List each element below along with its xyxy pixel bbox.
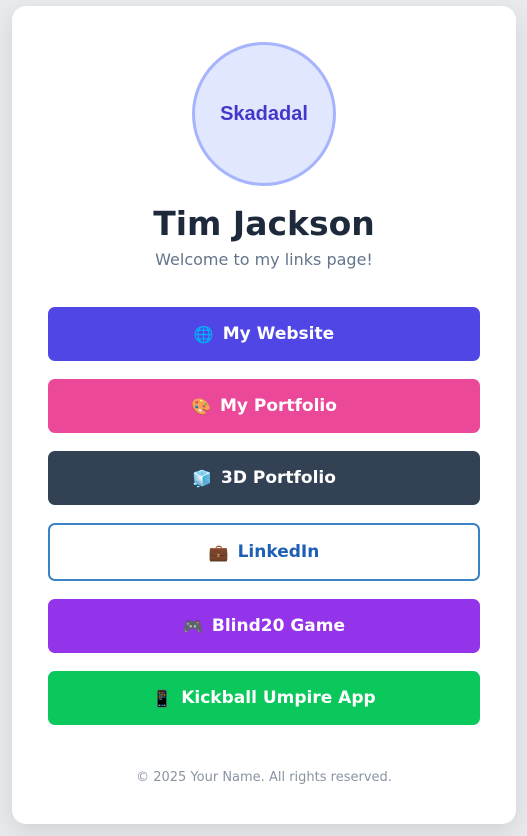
profile-name: Tim Jackson: [153, 204, 375, 243]
link-label: 3D Portfolio: [221, 468, 336, 488]
globe-icon: 🌐: [193, 324, 214, 344]
footer-copyright: © 2025 Your Name. All rights reserved.: [136, 770, 392, 785]
link-label: My Portfolio: [219, 396, 337, 416]
my-website-link[interactable]: 🌐 My Website: [48, 307, 480, 361]
blind20-game-link[interactable]: 🎮 Blind20 Game: [48, 599, 480, 653]
link-label: Blind20 Game: [211, 616, 346, 636]
kickball-umpire-app-link[interactable]: 📱 Kickball Umpire App: [48, 671, 480, 725]
links-list: 🌐 My Website 🎨 My Portfolio 🧊 3D Portfol…: [48, 307, 480, 743]
profile-card: Skadadal Tim Jackson Welcome to my links…: [12, 6, 516, 824]
gamepad-icon: 🎮: [182, 616, 203, 636]
link-label: Kickball Umpire App: [181, 688, 376, 708]
cube-icon: 🧊: [192, 468, 212, 488]
avatar-logo-text: Skadadal: [220, 102, 308, 125]
phone-icon: 📱: [152, 688, 173, 708]
briefcase-icon: 💼: [208, 542, 229, 562]
link-label: LinkedIn: [237, 542, 320, 562]
linkedin-link[interactable]: 💼 LinkedIn: [48, 523, 480, 581]
avatar: Skadadal: [192, 42, 336, 186]
profile-tagline: Welcome to my links page!: [155, 250, 373, 269]
palette-icon: 🎨: [191, 396, 211, 416]
link-label: My Website: [222, 324, 335, 344]
3d-portfolio-link[interactable]: 🧊 3D Portfolio: [48, 451, 480, 505]
my-portfolio-link[interactable]: 🎨 My Portfolio: [48, 379, 480, 433]
